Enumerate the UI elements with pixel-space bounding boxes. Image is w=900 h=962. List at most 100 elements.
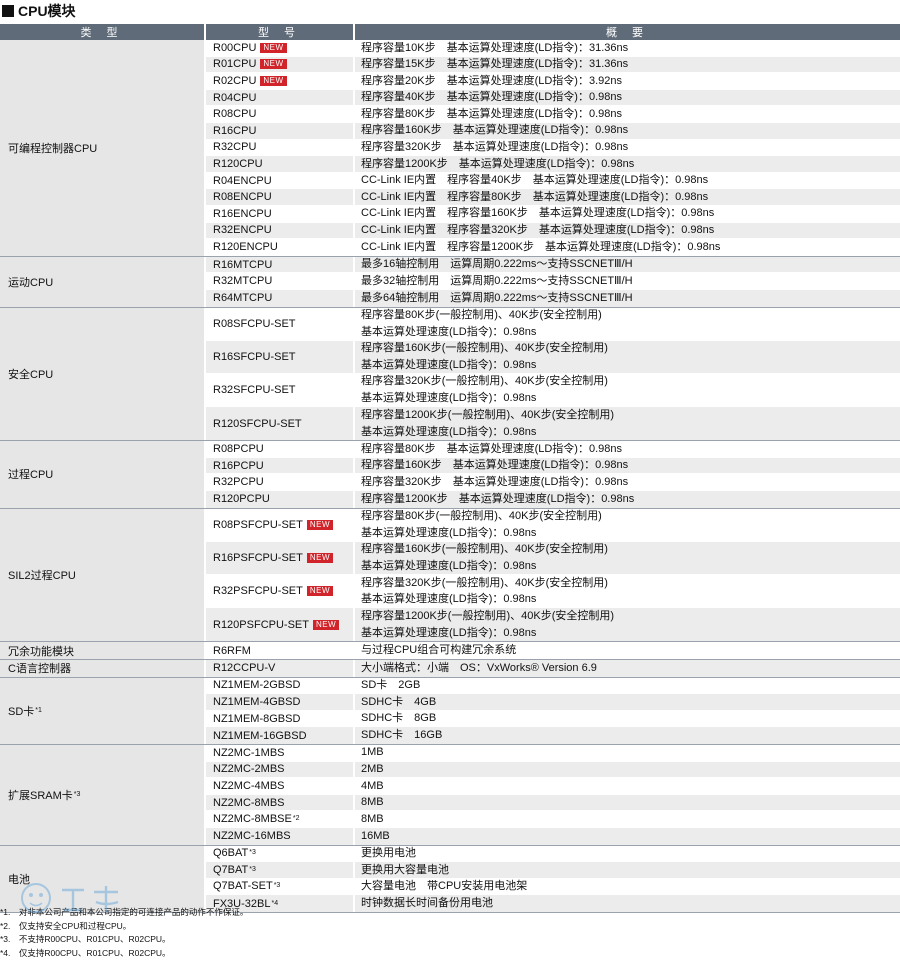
summary-cell: 16MB [355, 827, 900, 845]
category-text: SD卡 [8, 705, 35, 718]
new-badge: NEW [306, 552, 334, 563]
summary-line: 程序容量40K步 基本运算处理速度(LD指令)：0.98ns [361, 91, 622, 104]
model-text: R32ENCPU [213, 224, 272, 237]
summary-cell: SDHC卡 8GB [355, 710, 900, 727]
model-cell: NZ1MEM-2GBSD [206, 677, 355, 694]
table-row: NZ2MC-1MBS 1MB [206, 744, 900, 762]
model-text: R04ENCPU [213, 174, 272, 187]
footnote-marker: *3 [249, 849, 256, 857]
table-row: R02CPU NEW 程序容量20K步 基本运算处理速度(LD指令)：3.92ns [206, 73, 900, 90]
black-square-icon [2, 5, 14, 17]
category-group: 扩展SRAM卡 *3 NZ2MC-1MBS 1MB NZ2MC-2MBS 2MB NZ2MC… [0, 744, 900, 846]
summary-cell: 程序容量320K步(一般控制用)、40K步(安全控制用) 基本运算处理速度(LD指… [355, 373, 900, 407]
table-row: Q7BAT-SET *3 大容量电池 带CPU安装用电池架 [206, 878, 900, 896]
summary-line: 1MB [361, 746, 384, 759]
model-cell: R32PSFCPU-SET NEW [206, 575, 355, 608]
summary-line: 程序容量160K步 基本运算处理速度(LD指令)：0.98ns [361, 124, 629, 137]
model-cell: Q7BAT-SET *3 [206, 878, 355, 895]
summary-line: SDHC卡 16GB [361, 729, 443, 742]
model-cell: R08ENCPU [206, 189, 355, 205]
table-row: R120SFCPU-SET 程序容量1200K步(一般控制用)、40K步(安全控制… [206, 407, 900, 441]
summary-line: 时钟数据长时间备份用电池 [361, 897, 493, 910]
table-row: R16CPU 程序容量160K步 基本运算处理速度(LD指令)：0.98ns [206, 122, 900, 140]
model-text: R08CPU [213, 108, 257, 121]
model-cell: R16PSFCPU-SET NEW [206, 541, 355, 574]
model-cell: NZ1MEM-8GBSD [206, 710, 355, 727]
model-text: NZ1MEM-2GBSD [213, 679, 301, 692]
table-row: R08PSFCPU-SET NEW 程序容量80K步(一般控制用)、40K步(安全控… [206, 508, 900, 542]
table-row: R32MTCPU 最多32轴控制用 运算周期0.222ms～支持SSCNETⅢ/H [206, 273, 900, 290]
category-label: SIL2过程CPU [0, 508, 206, 642]
header-type: 类 型 [0, 24, 206, 40]
model-text: R120CPU [213, 157, 263, 170]
table-row: NZ2MC-8MBS 8MB [206, 794, 900, 812]
category-group: 冗余功能模块 R6RFM 与过程CPU组合可构建冗余系统 [0, 642, 900, 660]
table-row: Q6BAT *3 更换用电池 [206, 845, 900, 863]
footnote-4: *4. 仅支持R00CPU、R01CPU、R02CPU。 [0, 947, 171, 958]
table-row: R32PSFCPU-SET NEW 程序容量320K步(一般控制用)、40K步(安全… [206, 575, 900, 609]
summary-cell: 程序容量320K步(一般控制用)、40K步(安全控制用) 基本运算处理速度(LD指… [355, 575, 900, 608]
table-row: R32PCPU 程序容量320K步 基本运算处理速度(LD指令)：0.98ns [206, 474, 900, 492]
category-label: 运动CPU [0, 256, 206, 307]
summary-cell: 程序容量40K步 基本运算处理速度(LD指令)：0.98ns [355, 89, 900, 106]
category-rows: R08SFCPU-SET 程序容量80K步(一般控制用)、40K步(安全控制用) 基… [206, 307, 900, 441]
model-text: R32PSFCPU-SET [213, 585, 303, 598]
model-cell: R64MTCPU [206, 289, 355, 307]
model-text: NZ1MEM-4GBSD [213, 695, 301, 708]
model-cell: R32MTCPU [206, 273, 355, 289]
model-text: R00CPU [213, 41, 257, 54]
category-label: 安全CPU [0, 307, 206, 441]
model-cell: R16PCPU [206, 457, 355, 474]
summary-line: 最多16轴控制用 运算周期0.222ms～支持SSCNETⅢ/H [361, 258, 633, 271]
summary-line: 与过程CPU组合可构建冗余系统 [361, 644, 517, 657]
table-row: NZ2MC-8MBSE *2 8MB [206, 811, 900, 828]
summary-line: 基本运算处理速度(LD指令)：0.98ns [361, 626, 537, 639]
table-row: R08PCPU 程序容量80K步 基本运算处理速度(LD指令)：0.98ns [206, 441, 900, 458]
header-summary: 概 要 [605, 27, 650, 39]
summary-line: 程序容量160K步(一般控制用)、40K步(安全控制用) [361, 543, 608, 556]
summary-cell: 最多64轴控制用 运算周期0.222ms～支持SSCNETⅢ/H [355, 289, 900, 307]
category-group: 过程CPU R08PCPU 程序容量80K步 基本运算处理速度(LD指令)：0.98… [0, 441, 900, 509]
category-rows: R08PSFCPU-SET NEW 程序容量80K步(一般控制用)、40K步(安全控… [206, 508, 900, 642]
category-group: C语言控制器 R12CCPU-V 大小端格式：小端 OS：VxWorks® Vers… [0, 659, 900, 678]
table-row: NZ2MC-2MBS 2MB [206, 761, 900, 779]
table-row: R120CPU 程序容量1200K步 基本运算处理速度(LD指令)：0.98ns [206, 156, 900, 173]
summary-cell: 8MB [355, 811, 900, 827]
summary-line: CC-Link IE内置 程序容量40K步 基本运算处理速度(LD指令)：0.9… [361, 174, 709, 187]
category-label: 扩展SRAM卡 *3 [0, 744, 206, 845]
table-row: Q7BAT *3 更换用大容量电池 [206, 862, 900, 879]
summary-line: 程序容量320K步 基本运算处理速度(LD指令)：0.98ns [361, 141, 629, 154]
summary-cell: 最多32轴控制用 运算周期0.222ms～支持SSCNETⅢ/H [355, 273, 900, 289]
model-cell: R00CPU NEW [206, 40, 355, 56]
summary-cell: 程序容量1200K步 基本运算处理速度(LD指令)：0.98ns [355, 491, 900, 508]
model-text: R01CPU [213, 58, 257, 71]
model-cell: R08CPU [206, 106, 355, 122]
table-row: R00CPU NEW 程序容量10K步 基本运算处理速度(LD指令)：31.36ns [206, 40, 900, 57]
summary-cell: 程序容量320K步 基本运算处理速度(LD指令)：0.98ns [355, 474, 900, 491]
model-cell: NZ1MEM-4GBSD [206, 694, 355, 710]
summary-cell: 程序容量1200K步(一般控制用)、40K步(安全控制用) 基本运算处理速度(LD… [355, 407, 900, 441]
summary-cell: 程序容量80K步 基本运算处理速度(LD指令)：0.98ns [355, 106, 900, 122]
model-text: R08PSFCPU-SET [213, 518, 303, 531]
model-text: NZ1MEM-16GBSD [213, 729, 307, 742]
table-row: R32ENCPU CC-Link IE内置 程序容量320K步 基本运算处理速度(… [206, 222, 900, 240]
summary-cell: 程序容量160K步 基本运算处理速度(LD指令)：0.98ns [355, 122, 900, 139]
summary-line: SDHC卡 4GB [361, 695, 437, 708]
summary-line: 基本运算处理速度(LD指令)：0.98ns [361, 325, 537, 338]
category-rows: R6RFM 与过程CPU组合可构建冗余系统 [206, 642, 900, 659]
category-text: 运动CPU [8, 276, 54, 289]
summary-line: 程序容量160K步(一般控制用)、40K步(安全控制用) [361, 342, 608, 355]
summary-line: 2MB [361, 763, 384, 776]
category-label: SD卡 *1 [0, 677, 206, 744]
category-rows: R12CCPU-V 大小端格式：小端 OS：VxWorks® Version 6.… [206, 659, 900, 677]
summary-line: SD卡 2GB [361, 679, 421, 692]
table-row: R08CPU 程序容量80K步 基本运算处理速度(LD指令)：0.98ns [206, 106, 900, 123]
summary-cell: SDHC卡 4GB [355, 694, 900, 710]
category-rows: Q6BAT *3 更换用电池 Q7BAT *3 更换用大容量电池 Q7BAT-SET *3 大容… [206, 845, 900, 912]
model-cell: R16MTCPU [206, 256, 355, 273]
summary-cell: 程序容量80K步(一般控制用)、40K步(安全控制用) 基本运算处理速度(LD指令… [355, 307, 900, 340]
model-cell: Q6BAT *3 [206, 845, 355, 862]
new-badge: NEW [260, 75, 287, 86]
model-cell: R120SFCPU-SET [206, 407, 355, 441]
table-row: R16PCPU 程序容量160K步 基本运算处理速度(LD指令)：0.98ns [206, 457, 900, 475]
